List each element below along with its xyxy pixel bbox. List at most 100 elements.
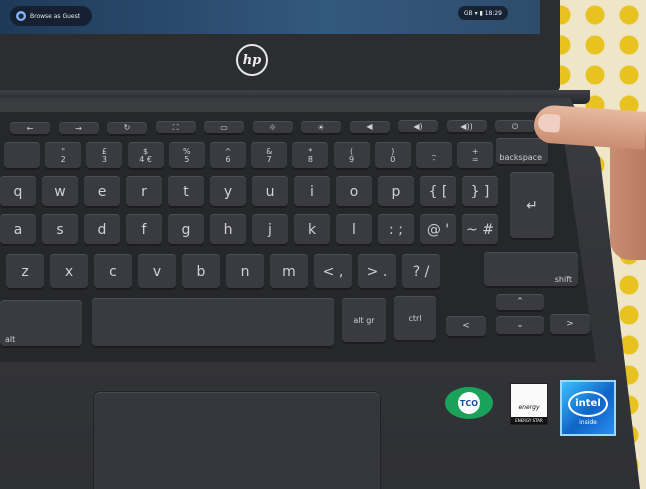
function-key-10[interactable]: ⏻: [495, 120, 535, 134]
energy-star-label: ENERGY STAR: [511, 417, 547, 424]
system-tray[interactable]: GB ▾ ▮ 18:29: [457, 6, 508, 20]
letter-key-z9[interactable]: ? /: [402, 254, 440, 290]
letter-key-a7[interactable]: k: [294, 214, 330, 246]
letter-key-a4[interactable]: g: [168, 214, 204, 246]
letter-key-z1[interactable]: x: [50, 254, 88, 290]
arrow-down-key[interactable]: ⌄: [496, 316, 544, 336]
key-label: o: [349, 183, 359, 200]
function-key-4[interactable]: ▭: [204, 121, 244, 136]
key-base-char: 8: [307, 155, 313, 164]
letter-key-a2[interactable]: d: [84, 214, 120, 246]
letter-key-z3[interactable]: v: [138, 254, 176, 290]
key-base-char: -: [432, 155, 436, 164]
key-label: e: [97, 183, 107, 200]
arrow-right-key[interactable]: >: [550, 314, 590, 336]
letter-key-z0[interactable]: z: [6, 254, 44, 290]
energy-script: energy: [518, 404, 540, 411]
arrow-down-icon: ⌄: [516, 320, 524, 331]
function-key-1[interactable]: →: [58, 121, 99, 136]
function-key-icon: ←: [26, 123, 34, 133]
letter-key-a6[interactable]: j: [252, 214, 288, 246]
spacebar[interactable]: [92, 298, 334, 348]
letter-key-0[interactable]: q: [0, 176, 36, 208]
letter-key-a10[interactable]: @ ': [420, 214, 456, 246]
guest-shelf-button[interactable]: ● Browse as Guest: [10, 6, 92, 26]
number-key-0[interactable]: [4, 142, 40, 170]
number-key-4[interactable]: % 5: [168, 142, 205, 170]
key-label: f: [141, 221, 147, 238]
key-label: x: [64, 263, 74, 280]
enter-key[interactable]: ↵: [510, 172, 554, 240]
letter-key-a8[interactable]: l: [336, 214, 372, 246]
letter-key-a11[interactable]: ~ #: [462, 214, 498, 246]
ctrl-label: ctrl: [408, 313, 422, 323]
function-key-5[interactable]: ☼: [252, 121, 293, 135]
left-alt-key[interactable]: alt: [0, 300, 82, 348]
key-label: > .: [366, 263, 388, 280]
key-label: y: [223, 183, 233, 200]
backspace-key[interactable]: backspace: [496, 138, 548, 166]
number-key-5[interactable]: ^ 6: [210, 142, 246, 170]
number-key-7[interactable]: * 8: [292, 142, 329, 170]
function-key-2[interactable]: ↻: [107, 121, 147, 136]
letter-key-a9[interactable]: : ;: [378, 214, 414, 246]
key-base-char: 3: [101, 155, 107, 164]
guest-user-icon: ●: [16, 11, 26, 21]
letter-key-8[interactable]: o: [336, 176, 372, 208]
function-key-9[interactable]: ◀)): [446, 120, 487, 135]
letter-key-6[interactable]: u: [252, 176, 288, 208]
letter-key-10[interactable]: { [: [420, 176, 456, 208]
alt-gr-key[interactable]: alt gr: [342, 298, 386, 344]
letter-key-a0[interactable]: a: [0, 214, 36, 246]
letter-key-9[interactable]: p: [378, 176, 414, 208]
number-key-3[interactable]: $4 €: [127, 142, 164, 170]
letter-key-5[interactable]: y: [210, 176, 246, 208]
touchpad[interactable]: [94, 392, 380, 489]
number-key-8[interactable]: (9: [333, 142, 370, 170]
letter-key-11[interactable]: } ]: [462, 176, 498, 208]
letter-key-3[interactable]: r: [126, 176, 162, 208]
letter-key-a5[interactable]: h: [210, 214, 246, 246]
key-label: d: [97, 221, 107, 238]
function-key-3[interactable]: ⛶: [155, 121, 196, 136]
number-key-6[interactable]: & 7: [251, 142, 288, 170]
function-key-6[interactable]: ☀: [301, 120, 341, 135]
letter-key-z8[interactable]: > .: [358, 254, 396, 290]
function-key-icon: ☼: [268, 122, 277, 132]
key-label: { [: [428, 183, 448, 200]
key-base-char: 2: [60, 155, 66, 164]
key-label: ~ #: [466, 221, 494, 238]
ctrl-key[interactable]: ctrl: [394, 296, 436, 342]
key-label: ? /: [412, 263, 430, 280]
function-key-icon: ⏻: [511, 121, 519, 131]
letter-key-a1[interactable]: s: [42, 214, 78, 246]
function-key-icon: ◀): [413, 122, 423, 132]
letter-key-7[interactable]: i: [294, 176, 330, 208]
fingernail: [537, 113, 561, 133]
key-label: : ;: [389, 221, 403, 238]
key-base-char: 0: [390, 155, 396, 164]
number-key-9[interactable]: ) 0: [374, 142, 411, 170]
letter-key-a3[interactable]: f: [126, 214, 162, 246]
key-label: j: [268, 221, 272, 238]
letter-key-z4[interactable]: b: [182, 254, 220, 290]
right-shift-key[interactable]: shift: [484, 252, 578, 288]
letter-key-4[interactable]: t: [168, 176, 204, 208]
guest-label: Browse as Guest: [30, 12, 81, 20]
function-key-7[interactable]: ◀: [349, 120, 390, 135]
letter-key-z6[interactable]: m: [270, 254, 308, 290]
key-label: w: [54, 183, 66, 200]
number-key-11[interactable]: + =: [457, 142, 494, 170]
arrow-left-key[interactable]: <: [446, 316, 486, 338]
number-key-10[interactable]: _ -: [416, 142, 452, 170]
number-key-1[interactable]: " 2: [45, 142, 82, 170]
letter-key-2[interactable]: e: [84, 176, 120, 208]
letter-key-z5[interactable]: n: [226, 254, 264, 290]
function-key-8[interactable]: ◀): [398, 120, 438, 135]
letter-key-z2[interactable]: c: [94, 254, 132, 290]
letter-key-1[interactable]: w: [42, 176, 78, 208]
number-key-2[interactable]: £3: [86, 142, 123, 170]
arrow-up-key[interactable]: ⌃: [496, 294, 544, 312]
letter-key-z7[interactable]: < ,: [314, 254, 352, 290]
function-key-0[interactable]: ←: [10, 122, 50, 136]
